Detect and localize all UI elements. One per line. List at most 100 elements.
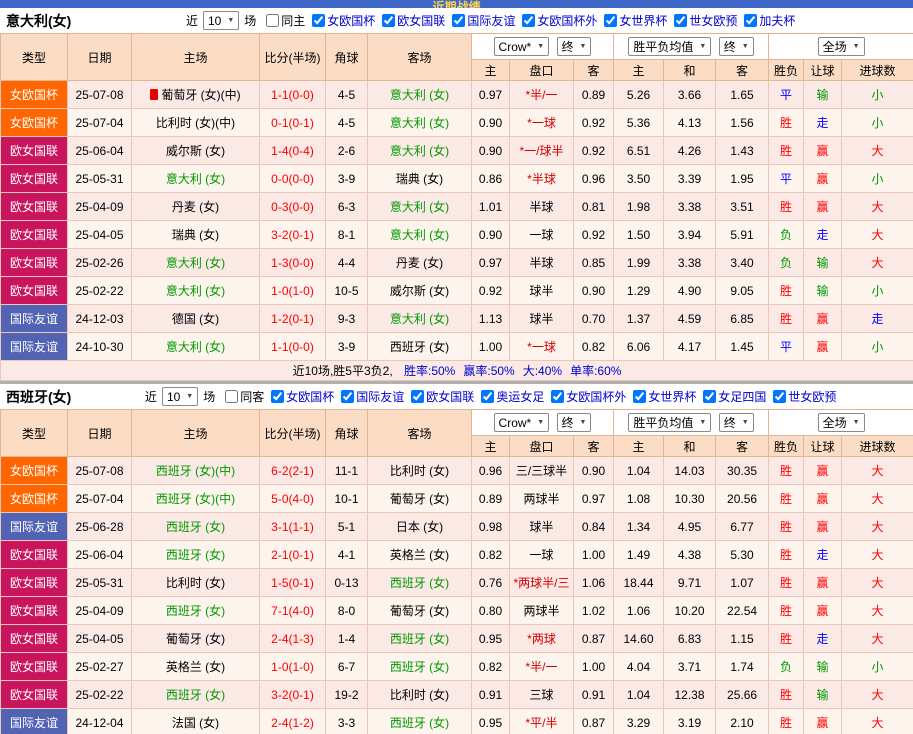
scope-select[interactable]: 全场 ▼ — [817, 413, 865, 432]
recent-count-select[interactable]: 10 ▼ — [161, 387, 199, 406]
match-score[interactable]: 2-1(0-1) — [259, 540, 326, 569]
bookmaker-time-select[interactable]: 终 ▼ — [556, 412, 592, 432]
match-score[interactable]: 2-4(1-3) — [259, 624, 326, 653]
away-team-name[interactable]: 葡萄牙 (女) — [390, 604, 449, 618]
competition-checkbox[interactable] — [633, 390, 647, 403]
competition-checkbox[interactable] — [452, 14, 466, 27]
home-team-name[interactable]: 英格兰 (女) — [166, 660, 225, 674]
home-team-name[interactable]: 意大利 (女) — [166, 256, 225, 270]
home-team-name[interactable]: 丹麦 (女) — [172, 200, 219, 214]
competition-checkbox[interactable] — [674, 14, 688, 27]
match-score[interactable]: 1-1(0-0) — [259, 332, 326, 361]
away-team-name[interactable]: 瑞典 (女) — [396, 172, 443, 186]
home-team-name[interactable]: 葡萄牙 (女) — [166, 632, 225, 646]
match-score[interactable]: 1-0(1-0) — [259, 652, 326, 681]
competition-filter[interactable]: 女欧国杯外 — [551, 388, 626, 405]
match-score[interactable]: 7-1(4-0) — [259, 596, 326, 625]
competition-checkbox[interactable] — [744, 14, 758, 27]
match-score[interactable]: 1-0(1-0) — [259, 276, 326, 305]
competition-filter[interactable]: 欧女国联 — [382, 12, 445, 29]
competition-filter[interactable]: 国际友谊 — [341, 388, 404, 405]
match-score[interactable]: 0-1(0-1) — [259, 108, 326, 137]
away-team-name[interactable]: 葡萄牙 (女) — [390, 492, 449, 506]
recent-count-select[interactable]: 10 ▼ — [202, 11, 240, 30]
away-team-name[interactable]: 西班牙 (女) — [390, 632, 449, 646]
match-score[interactable]: 1-1(0-0) — [259, 80, 326, 109]
match-score[interactable]: 1-5(0-1) — [259, 568, 326, 597]
match-score[interactable]: 2-4(1-2) — [259, 708, 326, 734]
home-team-name[interactable]: 瑞典 (女) — [172, 228, 219, 242]
competition-checkbox[interactable] — [312, 14, 326, 27]
competition-checkbox[interactable] — [411, 390, 425, 403]
same-filter-checkbox[interactable] — [225, 390, 239, 403]
bookmaker-select[interactable]: Crow* ▼ — [493, 37, 550, 57]
away-team-name[interactable]: 丹麦 (女) — [396, 256, 443, 270]
competition-filter[interactable]: 女足四国 — [703, 388, 766, 405]
match-score[interactable]: 6-2(2-1) — [259, 456, 326, 485]
away-team-name[interactable]: 意大利 (女) — [390, 88, 449, 102]
away-team-name[interactable]: 比利时 (女) — [390, 464, 449, 478]
away-team-name[interactable]: 意大利 (女) — [390, 116, 449, 130]
home-team-name[interactable]: 意大利 (女) — [166, 340, 225, 354]
away-team-name[interactable]: 意大利 (女) — [390, 144, 449, 158]
away-team-name[interactable]: 英格兰 (女) — [390, 548, 449, 562]
away-team-name[interactable]: 威尔斯 (女) — [390, 284, 449, 298]
bookmaker-select[interactable]: Crow* ▼ — [493, 413, 550, 433]
match-score[interactable]: 1-3(0-0) — [259, 248, 326, 277]
match-score[interactable]: 1-4(0-4) — [259, 136, 326, 165]
away-team-name[interactable]: 西班牙 (女) — [390, 576, 449, 590]
competition-checkbox[interactable] — [773, 390, 787, 403]
home-team-name[interactable]: 西班牙 (女)(中) — [156, 464, 235, 478]
home-team-name[interactable]: 西班牙 (女) — [166, 520, 225, 534]
match-score[interactable]: 0-0(0-0) — [259, 164, 326, 193]
competition-filter[interactable]: 女欧国杯 — [312, 12, 375, 29]
home-team-name[interactable]: 西班牙 (女) — [166, 604, 225, 618]
home-team-name[interactable]: 葡萄牙 (女)(中) — [161, 88, 240, 102]
competition-checkbox[interactable] — [703, 390, 717, 403]
competition-checkbox[interactable] — [341, 390, 355, 403]
away-team-name[interactable]: 日本 (女) — [396, 520, 443, 534]
home-team-name[interactable]: 法国 (女) — [172, 716, 219, 730]
home-team-name[interactable]: 意大利 (女) — [166, 284, 225, 298]
away-team-name[interactable]: 西班牙 (女) — [390, 716, 449, 730]
home-team-name[interactable]: 意大利 (女) — [166, 172, 225, 186]
away-team-name[interactable]: 西班牙 (女) — [390, 340, 449, 354]
competition-checkbox[interactable] — [604, 14, 618, 27]
match-score[interactable]: 3-1(1-1) — [259, 512, 326, 541]
competition-filter[interactable]: 世女欧预 — [773, 388, 836, 405]
match-score[interactable]: 0-3(0-0) — [259, 192, 326, 221]
competition-checkbox[interactable] — [271, 390, 285, 403]
competition-filter[interactable]: 奥运女足 — [481, 388, 544, 405]
odds-time-select[interactable]: 终 ▼ — [718, 37, 754, 56]
competition-filter[interactable]: 国际友谊 — [452, 12, 515, 29]
competition-filter[interactable]: 加夫杯 — [744, 12, 795, 29]
competition-checkbox[interactable] — [551, 390, 565, 403]
competition-checkbox[interactable] — [481, 390, 495, 403]
home-team-name[interactable]: 西班牙 (女)(中) — [156, 492, 235, 506]
competition-filter[interactable]: 欧女国联 — [411, 388, 474, 405]
away-team-name[interactable]: 意大利 (女) — [390, 228, 449, 242]
competition-filter[interactable]: 女世界杯 — [604, 12, 667, 29]
competition-filter[interactable]: 世女欧预 — [674, 12, 737, 29]
competition-filter[interactable]: 女欧国杯 — [271, 388, 334, 405]
same-filter[interactable]: 同客 — [225, 388, 264, 405]
odds-avg-select[interactable]: 胜平负均值 ▼ — [628, 37, 712, 56]
match-score[interactable]: 1-2(0-1) — [259, 304, 326, 333]
same-filter-checkbox[interactable] — [266, 14, 280, 27]
home-team-name[interactable]: 威尔斯 (女) — [166, 144, 225, 158]
away-team-name[interactable]: 意大利 (女) — [390, 200, 449, 214]
same-filter[interactable]: 同主 — [266, 12, 305, 29]
competition-checkbox[interactable] — [382, 14, 396, 27]
match-score[interactable]: 5-0(4-0) — [259, 484, 326, 513]
odds-time-select[interactable]: 终 ▼ — [718, 413, 754, 432]
bookmaker-time-select[interactable]: 终 ▼ — [556, 36, 592, 56]
away-team-name[interactable]: 意大利 (女) — [390, 312, 449, 326]
odds-avg-select[interactable]: 胜平负均值 ▼ — [628, 413, 712, 432]
top-nav-bar[interactable]: 近期战绩 — [0, 0, 913, 8]
home-team-name[interactable]: 西班牙 (女) — [166, 688, 225, 702]
home-team-name[interactable]: 比利时 (女)(中) — [156, 116, 235, 130]
home-team-name[interactable]: 西班牙 (女) — [166, 548, 225, 562]
competition-filter[interactable]: 女世界杯 — [633, 388, 696, 405]
away-team-name[interactable]: 西班牙 (女) — [390, 660, 449, 674]
competition-checkbox[interactable] — [522, 14, 536, 27]
